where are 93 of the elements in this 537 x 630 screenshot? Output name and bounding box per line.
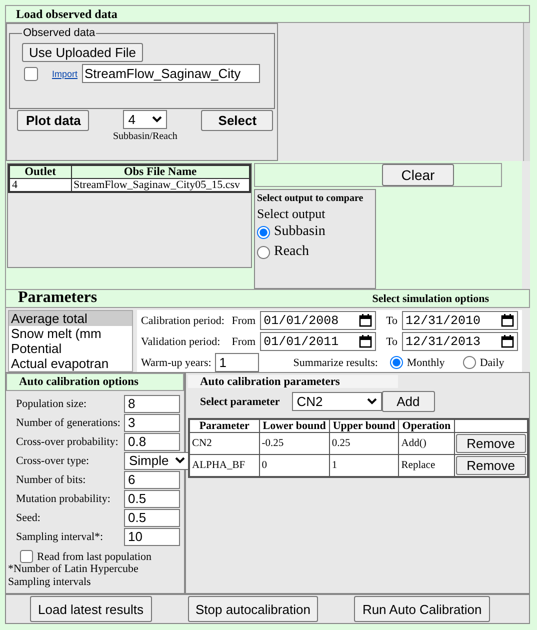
calendar-icon[interactable] (501, 314, 514, 327)
field-label: Seed: (16, 512, 42, 524)
field-label: From (232, 314, 256, 326)
file-name-field[interactable]: StreamFlow_Saginaw_City (82, 64, 260, 83)
field-label: Select parameter (200, 396, 280, 408)
warm-up-field[interactable]: 1 (215, 353, 260, 372)
remove-button[interactable]: Remove (456, 456, 526, 475)
date-field[interactable]: 01/01/2011 (260, 332, 376, 351)
field-label: Warm-up years: (141, 356, 212, 368)
section-title: Parameters (18, 289, 98, 307)
output-radio[interactable] (257, 246, 270, 258)
date-field[interactable]: 12/31/2013 (402, 332, 518, 351)
field-label: Number of bits: (16, 474, 87, 486)
number-field[interactable]: 0.5 (124, 490, 180, 508)
number-field[interactable]: 0.5 (124, 508, 180, 526)
field-label: Cross-over probability: (16, 436, 120, 448)
read-last-checkbox[interactable] (20, 550, 33, 563)
table-cell: 0.25 (329, 432, 399, 454)
action-button[interactable]: Load latest results (30, 596, 152, 622)
table-cell: Add() (398, 432, 454, 454)
field-label: Cross-over type: (16, 454, 90, 466)
column-header: Outlet (9, 165, 71, 178)
panel-header: Auto calibration options (6, 373, 184, 391)
table-cell: CN2 (189, 432, 260, 454)
table-cell: 4 (9, 178, 71, 192)
clear-button[interactable]: Clear (382, 164, 454, 186)
outlet-dropdown[interactable]: 4 (123, 110, 168, 129)
date-field[interactable]: 12/31/2010 (402, 311, 518, 330)
number-field[interactable]: 10 (124, 528, 180, 546)
chevron-down-icon (174, 457, 185, 464)
field-label: Summarize results: (293, 356, 378, 368)
column-header: Parameter (189, 419, 260, 432)
calendar-icon[interactable] (501, 335, 514, 348)
import-checkbox[interactable] (24, 66, 38, 80)
output-radio[interactable] (257, 226, 270, 238)
group-label: Observed data (22, 27, 96, 39)
summarize-radio[interactable] (462, 356, 476, 369)
table-cell: 0 (259, 454, 330, 477)
plot-data-button[interactable]: Plot data (17, 110, 89, 131)
select-button[interactable]: Select (201, 110, 274, 131)
option-label: Monthly (406, 356, 445, 368)
list-item[interactable]: Average total (9, 311, 132, 326)
number-field[interactable]: 8 (124, 394, 180, 412)
action-button[interactable]: Run Auto Calibration (354, 596, 490, 622)
import-link[interactable]: Import (52, 68, 78, 78)
list-item[interactable]: Potential (9, 341, 132, 356)
date-field[interactable]: 01/01/2008 (260, 311, 376, 330)
dropdown-label: Subbasin/Reach (113, 131, 178, 142)
column-header: Upper bound (329, 419, 399, 432)
field-label: From (232, 336, 256, 348)
list-item[interactable]: Actual evapotran (9, 356, 132, 371)
option-label: Daily (480, 356, 504, 368)
footnote: *Number of Latin Hypercube Sampling intervals (7, 563, 140, 589)
list-item[interactable]: Snow melt (mm (9, 326, 132, 341)
checkbox-label: Read from last population (37, 550, 152, 562)
option-label: Subbasin (274, 224, 326, 240)
crossover-type-dropdown[interactable]: Simple (124, 452, 190, 470)
table-cell: ALPHA_BF (189, 454, 260, 477)
table-cell: Replace (398, 454, 454, 477)
field-label: To (386, 314, 398, 326)
use-uploaded-file-button[interactable]: Use Uploaded File (22, 43, 143, 62)
group-title: Select output to compare (257, 193, 364, 204)
column-header: Lower bound (259, 419, 330, 432)
parameter-list[interactable]: Average total Snow melt (mm Potential Actual evapotran (8, 310, 133, 372)
field-label: To (386, 336, 398, 348)
number-field[interactable]: 3 (124, 414, 180, 432)
column-header: Obs File Name (71, 165, 250, 178)
field-label: Validation period: (141, 336, 222, 348)
field-label: Calibration period: (141, 314, 226, 326)
field-label: Mutation probability: (16, 492, 112, 504)
option-label: Reach (274, 244, 309, 260)
number-field[interactable]: 0.8 (124, 432, 180, 450)
group-label: Select output (257, 206, 326, 222)
summarize-radio[interactable] (390, 356, 403, 369)
table-cell: -0.25 (259, 432, 330, 454)
section-title: Select simulation options (372, 292, 489, 304)
field-label: Number of generations: (16, 416, 121, 428)
number-field[interactable]: 6 (124, 470, 180, 488)
parameter-dropdown[interactable]: CN2 (292, 392, 382, 411)
calendar-icon[interactable] (359, 335, 372, 348)
chevron-down-icon (152, 116, 162, 123)
table-cell: StreamFlow_Saginaw_City05_15.csv (71, 178, 250, 192)
table-cell: 1 (329, 454, 399, 477)
action-button[interactable]: Stop autocalibration (188, 596, 318, 622)
add-button[interactable]: Add (382, 391, 435, 412)
field-label: Population size: (16, 398, 88, 410)
panel-header: Auto calibration parameters (188, 375, 398, 388)
calendar-icon[interactable] (359, 314, 372, 327)
section-header: Load observed data (5, 5, 530, 23)
chevron-down-icon (366, 398, 377, 405)
remove-button[interactable]: Remove (456, 434, 526, 453)
field-label: Sampling interval*: (16, 530, 104, 542)
column-header: Operation (398, 419, 454, 432)
